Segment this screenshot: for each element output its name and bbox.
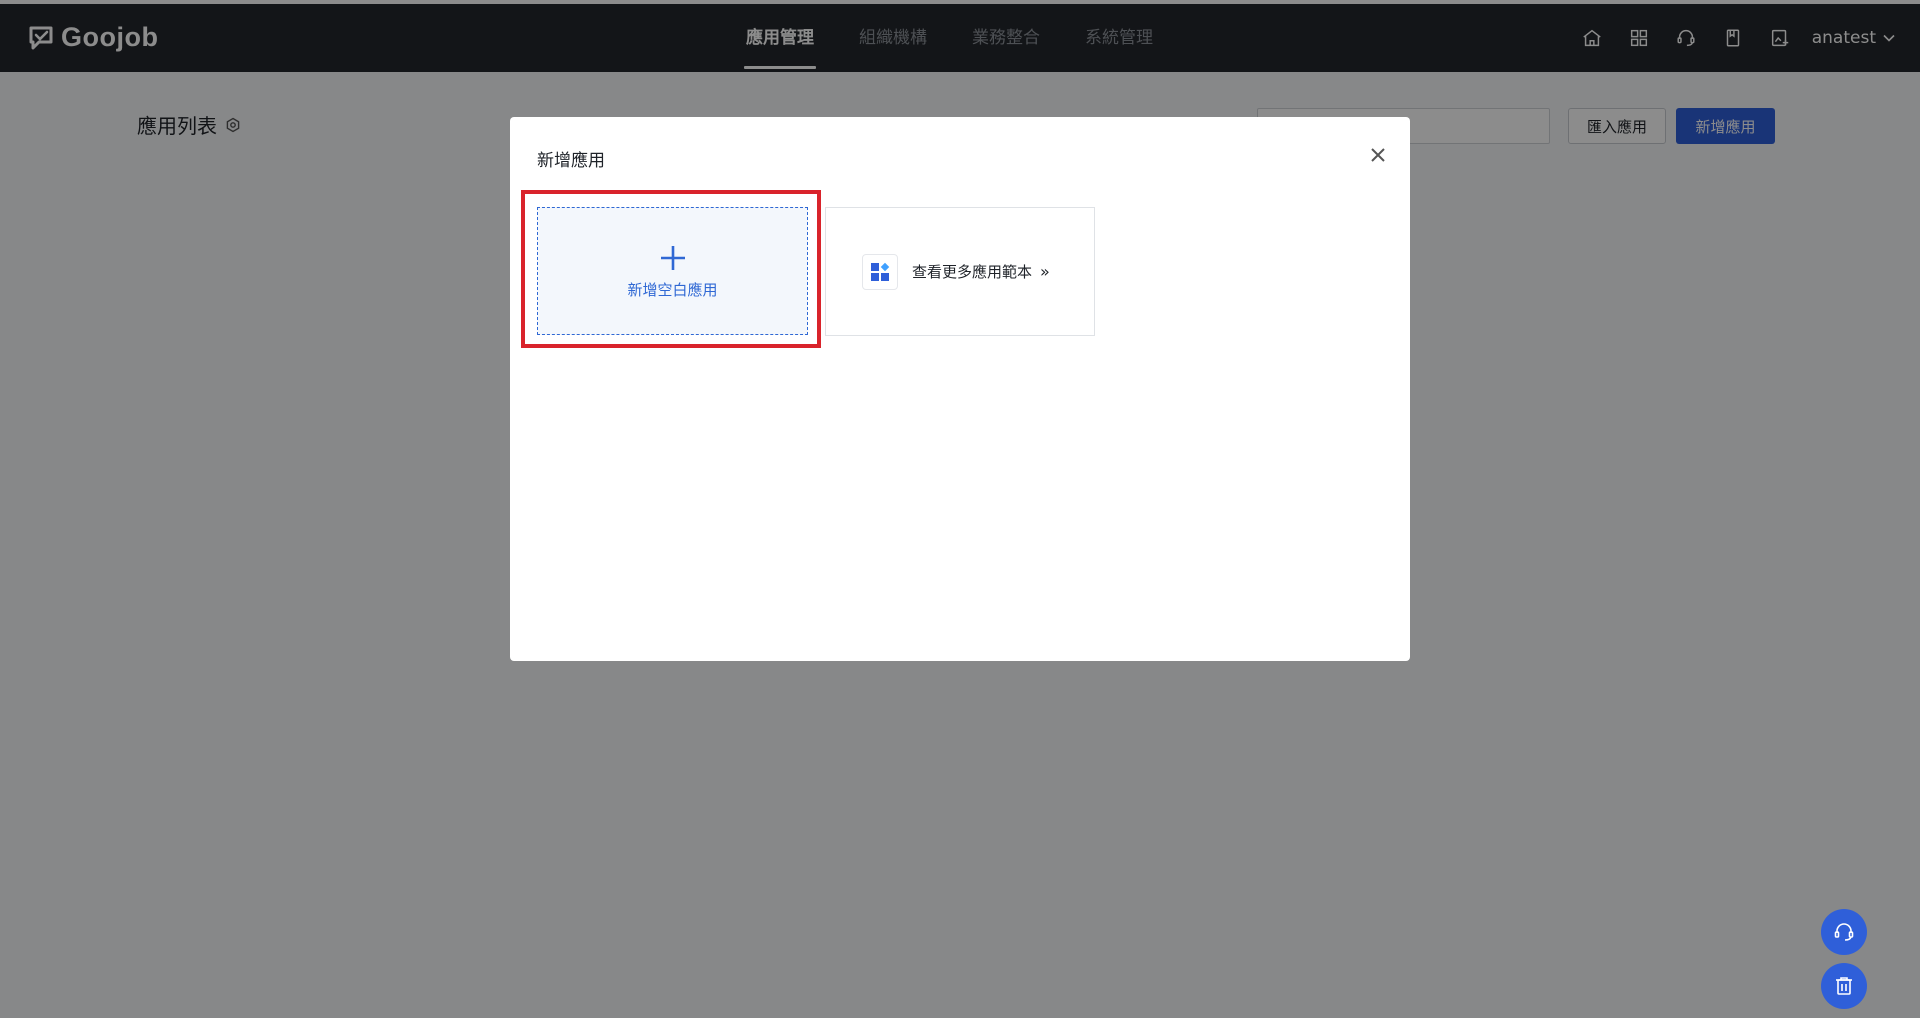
browse-templates-label: 查看更多應用範本 [912,263,1033,281]
double-chevron-right-icon: » [1040,262,1050,281]
browse-templates-card[interactable]: 查看更多應用範本 » [825,207,1095,336]
trash-button[interactable] [1821,963,1867,1009]
add-app-dialog: 新增應用 新增空白應用 查看更多應用範本 » [510,117,1410,661]
headset-icon [1834,923,1854,941]
create-blank-app-card[interactable]: 新增空白應用 [537,207,808,335]
customer-service-button[interactable] [1821,909,1867,955]
plus-icon [660,245,685,270]
dialog-title: 新增應用 [537,151,605,171]
close-icon[interactable] [1364,141,1392,169]
create-blank-app-label: 新增空白應用 [627,280,718,299]
trash-icon [1836,977,1852,995]
templates-icon [862,253,898,290]
